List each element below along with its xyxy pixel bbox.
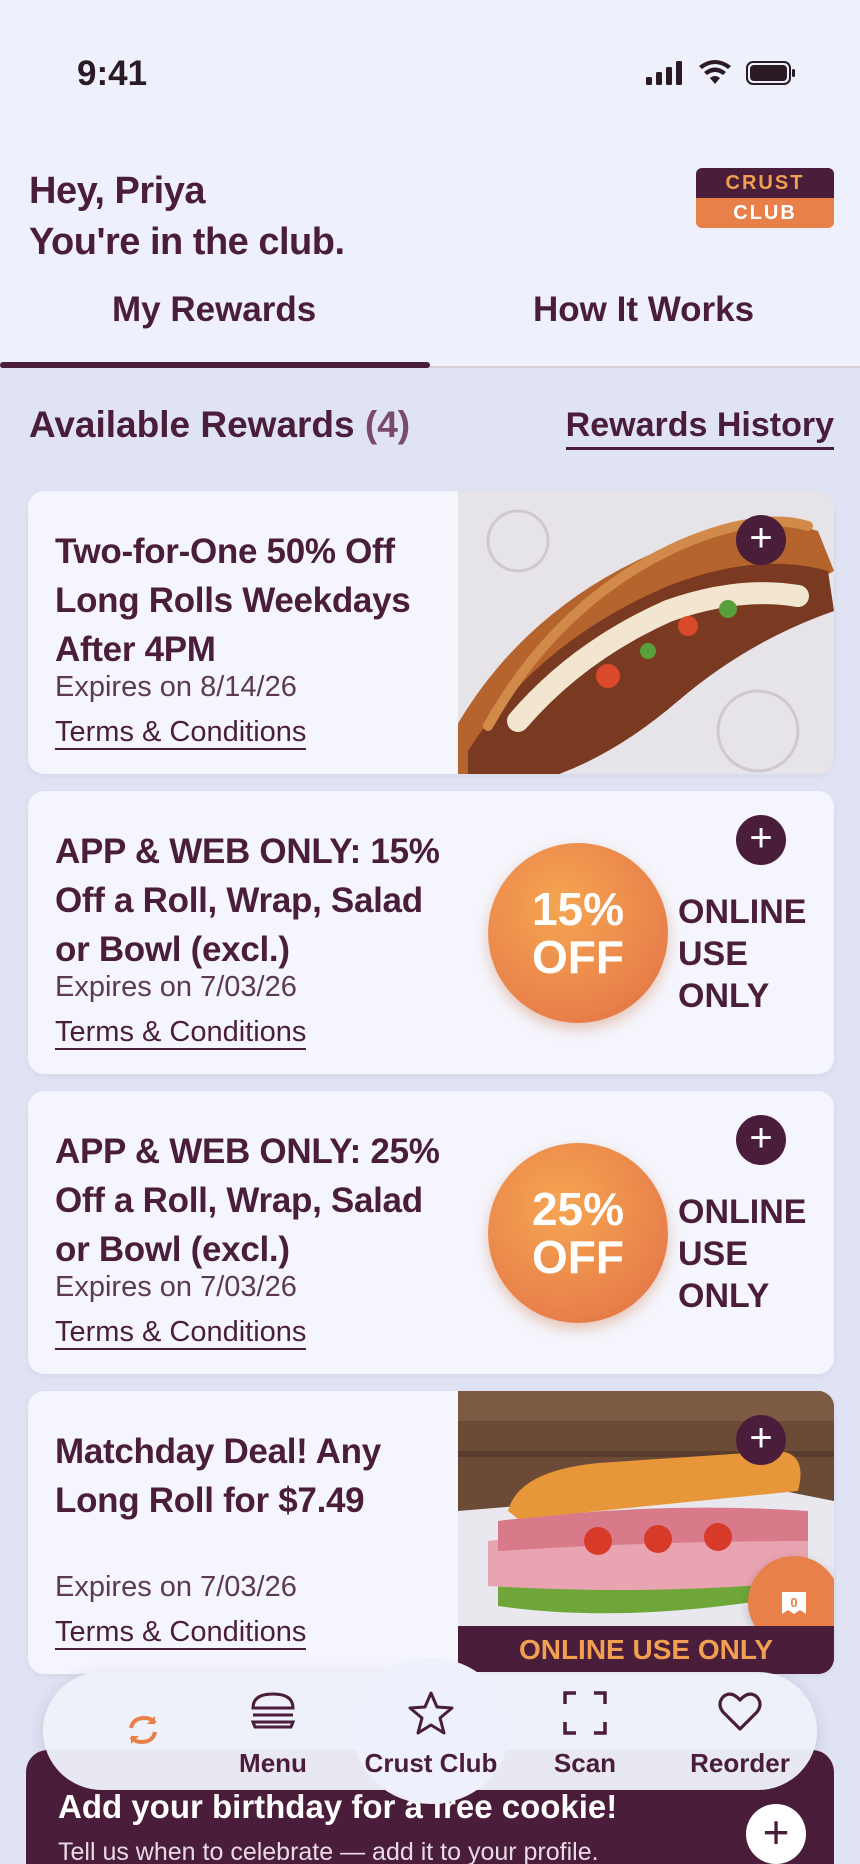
burger-icon [250, 1692, 296, 1729]
online-use-only-banner: ONLINE USE ONLY [458, 1626, 834, 1674]
logo-bottom: CLUB [696, 198, 834, 228]
heart-icon [718, 1692, 762, 1731]
online-use-only-label: ONLINE USE ONLY [678, 1191, 834, 1317]
add-reward-button[interactable]: + [736, 815, 786, 865]
refresh-icon [129, 1715, 157, 1745]
rewards-history-link[interactable]: Rewards History [565, 406, 834, 450]
nav-menu-label: Menu [239, 1748, 307, 1778]
reward-card[interactable]: Matchday Deal! Any Long Roll for $7.49 E… [28, 1391, 834, 1674]
nav-crust-club-label: Crust Club [364, 1748, 498, 1778]
badge-percent: 25% [531, 1183, 625, 1235]
available-rewards-title: Available Rewards [29, 404, 355, 445]
greeting-line-2: You're in the club. [29, 221, 345, 263]
add-reward-button[interactable]: + [736, 1115, 786, 1165]
add-reward-button[interactable]: + [736, 1415, 786, 1465]
terms-link[interactable]: Terms & Conditions [55, 1016, 307, 1050]
discount-badge-area: 15% OFF ONLINE USE ONLY + [458, 791, 834, 1074]
reward-card[interactable]: APP & WEB ONLY: 15% Off a Roll, Wrap, Sa… [28, 791, 834, 1074]
greeting: Hey, Priya You're in the club. [29, 166, 345, 268]
badge-off: OFF [532, 931, 624, 983]
online-line-1: ONLINE [678, 1193, 807, 1231]
online-line-1: ONLINE [678, 893, 807, 931]
terms-link[interactable]: Terms & Conditions [55, 1316, 307, 1350]
status-bar: 9:41 [0, 0, 860, 150]
tab-my-rewards[interactable]: My Rewards [112, 290, 316, 330]
rewards-count: (4) [364, 404, 411, 445]
signal-icon [646, 61, 682, 85]
nav-crust-club[interactable]: Crust Club [361, 1672, 501, 1790]
terms-link[interactable]: Terms & Conditions [55, 1616, 307, 1650]
reward-expiry: Expires on 8/14/26 [55, 671, 297, 703]
reward-expiry: Expires on 7/03/26 [55, 1271, 297, 1303]
wifi-icon [699, 60, 731, 84]
nav-scan[interactable]: Scan [525, 1672, 645, 1790]
greeting-line-1: Hey, Priya [29, 170, 205, 212]
reward-title: Two-for-One 50% Off Long Rolls Weekdays … [55, 532, 411, 669]
reward-title: Matchday Deal! Any Long Roll for $7.49 [55, 1432, 381, 1520]
online-line-2: USE ONLY [678, 935, 770, 1015]
promo-add-button[interactable]: + [746, 1804, 806, 1864]
active-tab-indicator [0, 362, 430, 368]
reward-title: APP & WEB ONLY: 15% Off a Roll, Wrap, Sa… [55, 832, 440, 969]
discount-badge-area: 25% OFF ONLINE USE ONLY + [458, 1091, 834, 1374]
tab-how-it-works[interactable]: How It Works [533, 290, 754, 330]
online-use-only-label: ONLINE USE ONLY [678, 891, 834, 1017]
status-time: 9:41 [77, 54, 148, 93]
crust-club-logo: CRUST CLUB [696, 168, 834, 228]
nav-scan-label: Scan [553, 1748, 617, 1778]
nav-reorder-label: Reorder [690, 1748, 790, 1778]
nav-refresh[interactable] [83, 1672, 203, 1790]
add-reward-button[interactable]: + [736, 515, 786, 565]
scan-icon [563, 1691, 607, 1735]
tab-bar: My Rewards How It Works [0, 280, 860, 368]
deli-roll-photo: + 0 ONLINE USE ONLY [458, 1391, 834, 1674]
badge-percent: 15% [531, 883, 625, 935]
online-line-2: USE ONLY [678, 1235, 770, 1315]
promo-title: Add your birthday for a free cookie! [58, 1788, 618, 1825]
bag-count: 0 [790, 1595, 797, 1610]
nav-reorder[interactable]: Reorder [675, 1672, 805, 1790]
nav-menu[interactable]: Menu [213, 1672, 333, 1790]
available-rewards-heading: Available Rewards (4) [29, 404, 410, 446]
bottom-nav: Menu Crust Club Scan Reorder [43, 1658, 817, 1804]
logo-top: CRUST [696, 168, 834, 198]
promo-subtitle: Tell us when to celebrate — add it to yo… [58, 1838, 599, 1864]
reward-expiry: Expires on 7/03/26 [55, 1571, 297, 1603]
reward-card[interactable]: APP & WEB ONLY: 25% Off a Roll, Wrap, Sa… [28, 1091, 834, 1374]
discount-badge: 25% OFF [488, 1143, 668, 1323]
battery-icon [746, 61, 795, 85]
reward-card[interactable]: Two-for-One 50% Off Long Rolls Weekdays … [28, 491, 834, 774]
reward-title: APP & WEB ONLY: 25% Off a Roll, Wrap, Sa… [55, 1132, 440, 1269]
badge-off: OFF [532, 1231, 624, 1283]
discount-badge: 15% OFF [488, 843, 668, 1023]
star-icon [408, 1691, 454, 1735]
reward-expiry: Expires on 7/03/26 [55, 971, 297, 1003]
status-icons [646, 60, 796, 86]
long-roll-photo: + [448, 491, 834, 774]
terms-link[interactable]: Terms & Conditions [55, 716, 307, 750]
